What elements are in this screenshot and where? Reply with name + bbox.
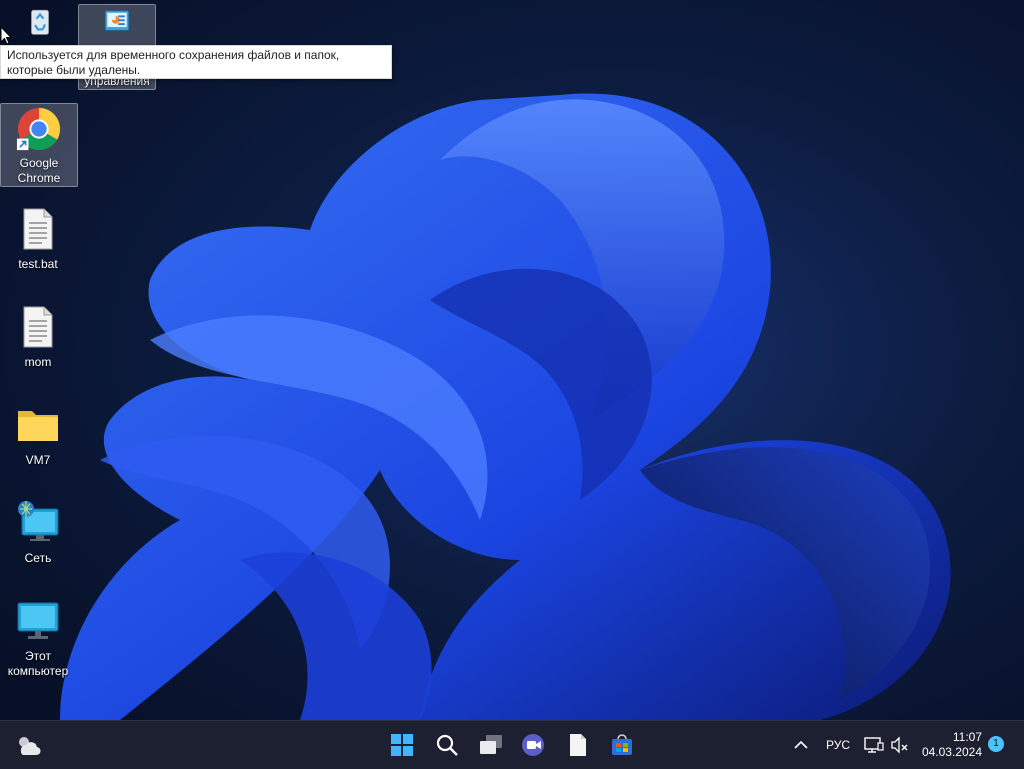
desktop-icon-label: mom [24,355,52,369]
teams-button[interactable] [518,729,550,761]
windows-logo-icon [391,734,413,756]
recycle-bin-tooltip: Используется для временного сохранения ф… [0,45,392,79]
notification-count-badge[interactable]: 1 [988,736,1004,752]
document-icon [570,734,586,756]
recycle-bin-icon [31,9,49,35]
search-button[interactable] [431,729,463,761]
task-view-icon [480,735,502,754]
folder-icon [18,411,58,441]
clock-date: 04.03.2024 [921,745,982,759]
desktop-icon-label: Google Chrome [17,156,61,185]
desktop-icon-network[interactable]: Сеть [0,497,76,566]
batch-file-icon [23,208,53,250]
video-chat-icon [522,734,544,756]
store-button[interactable] [606,729,638,761]
notepad-button[interactable] [562,729,594,761]
desktop-icon-label: test.bat [18,257,58,271]
wallpaper-bloom [60,93,951,720]
desktop-icon-test-bat[interactable]: test.bat [0,203,76,272]
desktop-icon-this-pc[interactable]: Этот компьютер [0,595,76,679]
network-icon [18,501,59,541]
desktop-icon-vm7-folder[interactable]: VM7 [0,399,76,468]
network-status-button[interactable] [861,729,887,761]
taskbar: РУС 11:07 04.03.2024 [0,720,1024,769]
weather-icon [19,737,41,756]
document-icon [23,306,53,348]
start-button[interactable] [386,729,418,761]
network-monitor-icon [864,737,884,753]
task-view-button[interactable] [475,729,507,761]
desktop-icon-label: VM7 [25,453,51,467]
search-icon [436,734,458,756]
volume-button[interactable] [887,729,913,761]
computer-icon [17,602,59,639]
store-icon [612,734,632,755]
speaker-muted-icon [891,736,908,754]
input-language-indicator[interactable]: РУС [826,738,850,752]
taskbar-clock[interactable]: 11:07 04.03.2024 [922,730,982,760]
desktop-icon-label: Сеть [24,551,52,565]
clock-time: 11:07 [952,730,982,744]
desktop-icon-mom[interactable]: mom [0,301,76,370]
desktop-icon-google-chrome[interactable]: Google Chrome [0,103,78,187]
desktop-icon-recycle-bin[interactable] [2,4,78,44]
show-hidden-icons-button[interactable] [786,729,816,761]
mouse-cursor-icon [0,26,12,45]
chrome-icon [16,107,61,151]
chevron-up-icon [794,740,808,749]
desktop-icon-label: Этот компьютер [7,649,69,678]
widgets-button[interactable] [12,729,44,761]
control-panel-icon [105,10,129,31]
